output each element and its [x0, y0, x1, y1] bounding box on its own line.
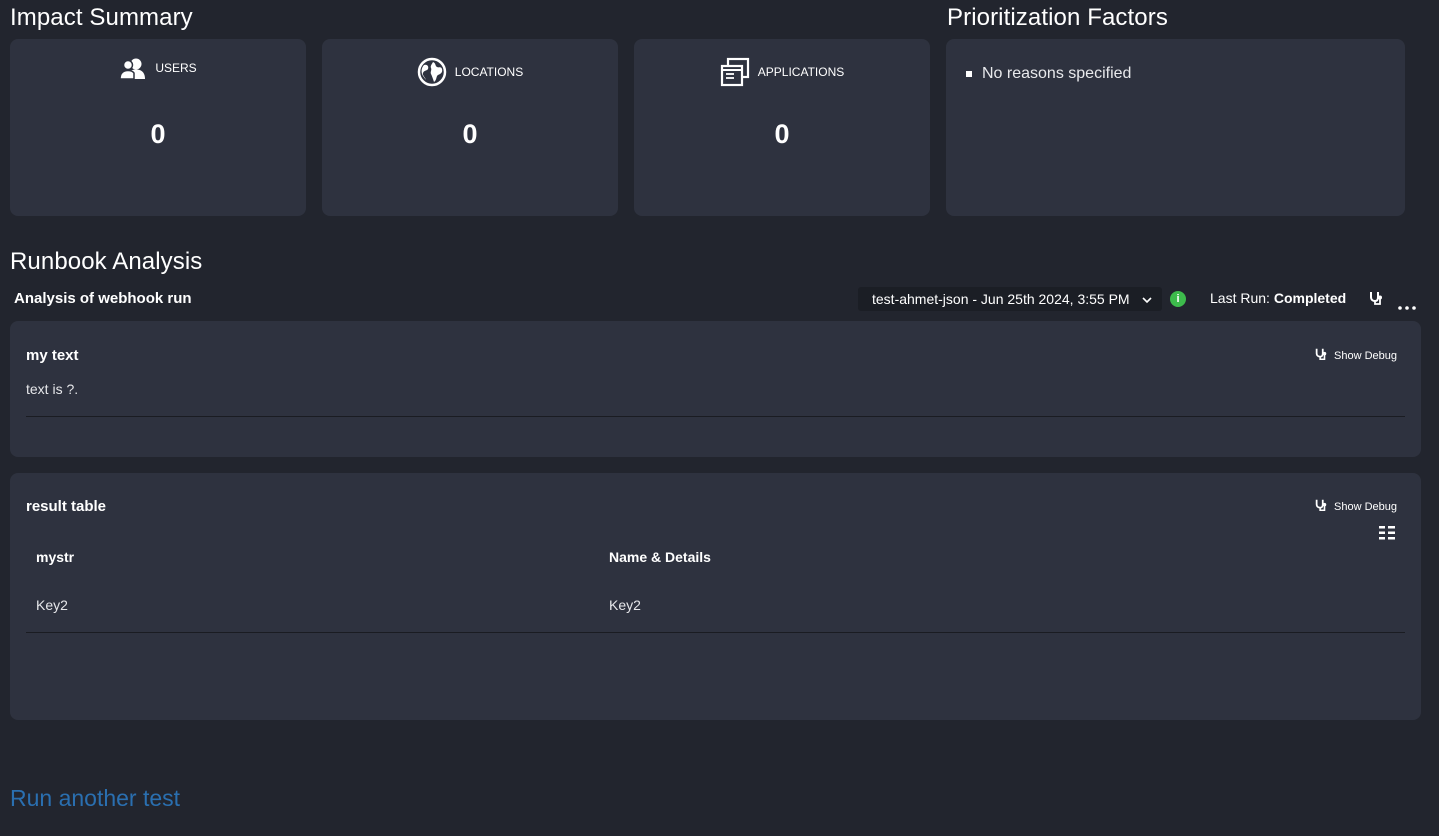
debug-icon[interactable] — [1368, 290, 1384, 311]
debug-icon — [1314, 347, 1328, 364]
prioritization-card: No reasons specified — [946, 39, 1405, 216]
more-options-icon[interactable] — [1398, 297, 1416, 315]
impact-summary-title: Impact Summary — [10, 4, 193, 31]
run-another-test-link[interactable]: Run another test — [10, 785, 180, 812]
table-cell: Key2 — [609, 597, 641, 613]
info-icon[interactable]: i — [1170, 291, 1186, 307]
applications-count: 0 — [774, 119, 790, 149]
last-run-label: Last Run: — [1210, 290, 1270, 306]
column-header-name-details[interactable]: Name & Details — [609, 549, 711, 565]
run-select-dropdown[interactable]: test-ahmet-json - Jun 25th 2024, 3:55 PM — [858, 287, 1162, 311]
analysis-subtitle: Analysis of webhook run — [14, 290, 192, 307]
my-text-title: my text — [26, 347, 79, 364]
result-table-card: result table Show Debug mystr Name & Det… — [10, 473, 1421, 720]
my-text-content: text is ?. — [26, 381, 79, 397]
row-divider — [26, 632, 1405, 633]
show-debug-label: Show Debug — [1334, 349, 1397, 362]
debug-icon — [1314, 498, 1328, 515]
chevron-down-icon — [1142, 291, 1152, 307]
table-cell: Key2 — [36, 597, 68, 613]
column-settings-icon[interactable] — [1379, 526, 1395, 545]
run-select-value: test-ahmet-json - Jun 25th 2024, 3:55 PM — [872, 291, 1130, 307]
bullet-icon — [966, 71, 972, 77]
show-debug-button[interactable]: Show Debug — [1314, 498, 1397, 515]
runbook-analysis-title: Runbook Analysis — [10, 248, 203, 275]
applications-icon — [720, 57, 750, 87]
users-icon — [119, 57, 147, 79]
result-table-title: result table — [26, 498, 107, 515]
my-text-card: my text Show Debug text is ?. — [10, 321, 1421, 457]
users-label: USERS — [155, 61, 197, 75]
last-run-value: Completed — [1273, 290, 1347, 306]
locations-count: 0 — [462, 119, 478, 149]
reason-item: No reasons specified — [966, 65, 1131, 83]
users-count: 0 — [150, 119, 166, 149]
show-debug-button[interactable]: Show Debug — [1314, 347, 1397, 364]
globe-icon — [417, 57, 447, 87]
locations-label: LOCATIONS — [454, 65, 524, 79]
last-run-status: Last Run: Completed — [1210, 290, 1346, 306]
applications-label: APPLICATIONS — [757, 65, 845, 79]
show-debug-label: Show Debug — [1334, 500, 1397, 513]
divider — [26, 416, 1405, 417]
applications-card: APPLICATIONS 0 — [634, 39, 930, 216]
prioritization-title: Prioritization Factors — [947, 4, 1168, 31]
locations-card: LOCATIONS 0 — [322, 39, 618, 216]
users-card: USERS 0 — [10, 39, 306, 216]
reason-text: No reasons specified — [982, 65, 1132, 82]
column-header-mystr[interactable]: mystr — [36, 549, 74, 565]
